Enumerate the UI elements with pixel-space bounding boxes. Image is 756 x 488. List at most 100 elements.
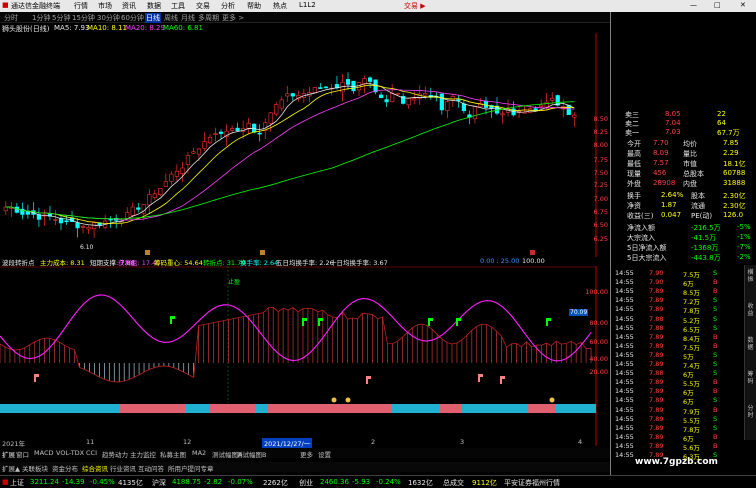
tick-row: 14:55 7.88 5.2万 S bbox=[613, 315, 743, 325]
fin-label: 流通 bbox=[691, 202, 705, 210]
ask-row[interactable]: 卖二 7.04 64 bbox=[613, 119, 756, 128]
menu-item[interactable]: 数据 bbox=[147, 1, 161, 11]
tick-time: 14:55 bbox=[615, 423, 634, 432]
indicator-tab[interactable]: VOL-TDX bbox=[56, 449, 84, 457]
extension-tab[interactable]: 综合资讯 bbox=[82, 463, 108, 473]
menu-item[interactable]: L1L2 bbox=[299, 1, 316, 9]
side-tab[interactable]: 分时 bbox=[746, 405, 755, 419]
close-icon[interactable]: ✕ bbox=[740, 1, 746, 9]
ma60-value: MA60: 6.81 bbox=[163, 24, 203, 32]
indicator-tab[interactable]: CCI bbox=[86, 449, 97, 457]
period-tab[interactable]: 多周期 bbox=[198, 13, 219, 23]
quote-stat-row: 外盘 28908 内盘 31888 bbox=[613, 179, 756, 188]
indicator-tab[interactable]: MACD bbox=[34, 449, 53, 457]
candle-body bbox=[202, 141, 207, 149]
period-tab[interactable]: 分时 bbox=[4, 13, 18, 23]
color-band bbox=[0, 404, 596, 413]
period-tab[interactable]: 月线 bbox=[181, 13, 195, 23]
tick-side: S bbox=[713, 414, 718, 423]
ma-info-line: 狮头股份(日线) MA5: 7.93 MA10: 8.11 MA20: 8.29… bbox=[0, 23, 610, 33]
period-tab[interactable]: 周线 bbox=[164, 13, 178, 23]
period-tab[interactable]: 15分钟 bbox=[72, 13, 95, 23]
side-tab[interactable]: 横振 bbox=[746, 269, 755, 283]
period-tab-active[interactable]: 日线 bbox=[145, 13, 161, 23]
indicator-tab[interactable]: 设置 bbox=[318, 449, 331, 459]
period-tab[interactable]: 1分钟 bbox=[32, 13, 50, 23]
menu-item[interactable]: 交易 bbox=[196, 1, 210, 11]
tick-price: 7.89 bbox=[649, 378, 664, 387]
indicator-tab[interactable]: 私募主图 bbox=[160, 449, 186, 459]
extension-tab[interactable]: 互动问答 bbox=[138, 463, 164, 473]
indicator-tab[interactable]: 测试幅图B bbox=[236, 449, 266, 459]
period-tab[interactable]: 60分钟 bbox=[121, 13, 144, 23]
ma20-value: MA20: 8.29 bbox=[125, 24, 165, 32]
band-segment bbox=[0, 404, 120, 413]
candlestick-chart[interactable]: 6.10 bbox=[0, 33, 610, 257]
crosshair-date: 2021/12/27/一 bbox=[262, 438, 313, 448]
maximize-icon[interactable]: □ bbox=[714, 1, 721, 9]
extension-tab[interactable]: 所用户提问专章 bbox=[168, 463, 214, 473]
band-segment bbox=[528, 404, 556, 413]
tick-time: 14:55 bbox=[615, 378, 634, 387]
period-tab[interactable]: 30分钟 bbox=[97, 13, 120, 23]
period-tab[interactable]: 5分钟 bbox=[52, 13, 70, 23]
menu-item[interactable]: 工具 bbox=[171, 1, 185, 11]
indicator-tab[interactable]: MA2 bbox=[192, 449, 206, 457]
ask-price: 8.05 bbox=[665, 110, 681, 118]
signal-flag-tip bbox=[458, 318, 461, 321]
tick-time: 14:55 bbox=[615, 387, 634, 396]
tick-price: 7.89 bbox=[649, 350, 664, 359]
extension-tab[interactable]: 资金分布 bbox=[52, 463, 78, 473]
signal-flag-tip bbox=[430, 318, 433, 321]
trade-button[interactable]: 交易 ▶ bbox=[404, 1, 426, 11]
side-tab[interactable]: 数据 bbox=[746, 337, 755, 351]
stat-value: 31888 bbox=[723, 179, 746, 187]
fund-flow-row: 5日大宗流入 -443.8万 -2% bbox=[613, 253, 756, 262]
tick-time: 14:55 bbox=[615, 405, 634, 414]
tick-price: 7.89 bbox=[649, 332, 664, 341]
candle-body bbox=[318, 87, 323, 89]
menu-item[interactable]: 热点 bbox=[273, 1, 287, 11]
tick-row: 14:55 7.89 8.4万 B bbox=[613, 332, 743, 343]
status-bar: ■ 上证 3211.24 -14.39 -0.45% 4135亿 沪深 4188… bbox=[0, 475, 756, 487]
candle-body bbox=[252, 123, 257, 133]
extension-tab[interactable]: 扩展▲ bbox=[2, 463, 20, 473]
tick-side: S bbox=[713, 396, 718, 405]
signal-flag bbox=[366, 376, 368, 384]
tick-row: 14:55 7.89 7.5万 B bbox=[613, 342, 743, 352]
tick-price: 7.89 bbox=[649, 305, 664, 314]
indicator-tab[interactable]: 主力监控 bbox=[130, 449, 156, 459]
stat-value: 28908 bbox=[653, 179, 676, 187]
ask-row[interactable]: 卖一 7.03 67.7万 bbox=[613, 128, 756, 137]
menu-item[interactable]: 市场 bbox=[98, 1, 112, 11]
flow-label: 5日大宗流入 bbox=[627, 254, 667, 262]
indicator-tab[interactable]: 更多 bbox=[300, 449, 313, 459]
indicator-chart[interactable]: 止盈 bbox=[0, 266, 610, 446]
tick-time: 14:55 bbox=[615, 332, 634, 341]
menu-item[interactable]: 分析 bbox=[221, 1, 235, 11]
side-tab[interactable]: 收益 bbox=[746, 303, 755, 317]
menu-item[interactable]: 帮助 bbox=[247, 1, 261, 11]
candle-body bbox=[152, 193, 157, 198]
signal-flag bbox=[546, 318, 548, 326]
indicator-tab[interactable]: 扩展 bbox=[2, 449, 15, 459]
menu-item[interactable]: 行情 bbox=[74, 1, 88, 11]
menu-item[interactable]: 资讯 bbox=[122, 1, 136, 11]
ask-volume: 64 bbox=[717, 119, 726, 127]
minimize-icon[interactable]: — bbox=[690, 1, 697, 9]
side-tab[interactable]: 筹码 bbox=[746, 371, 755, 385]
more-periods-button[interactable]: 更多 > bbox=[222, 13, 244, 23]
tick-side: S bbox=[713, 296, 718, 305]
candle-body bbox=[169, 173, 174, 182]
indicator-tab[interactable]: 窗口 bbox=[16, 449, 29, 459]
indicator-tab[interactable]: 趋势动力 bbox=[102, 449, 128, 459]
extension-tab[interactable]: 关联板块 bbox=[22, 463, 48, 473]
ask-row[interactable]: 卖三 8.05 22 bbox=[613, 110, 756, 119]
right-side-tabs[interactable]: 横振收益数据筹码分时 bbox=[744, 265, 756, 440]
ask-price: 7.04 bbox=[665, 119, 681, 127]
extension-tab[interactable]: 行业资讯 bbox=[110, 463, 136, 473]
candle-body bbox=[185, 155, 191, 165]
band-segment bbox=[268, 404, 392, 413]
fin-value: 2.64% bbox=[661, 191, 684, 199]
market-icon: ■ bbox=[2, 478, 9, 486]
